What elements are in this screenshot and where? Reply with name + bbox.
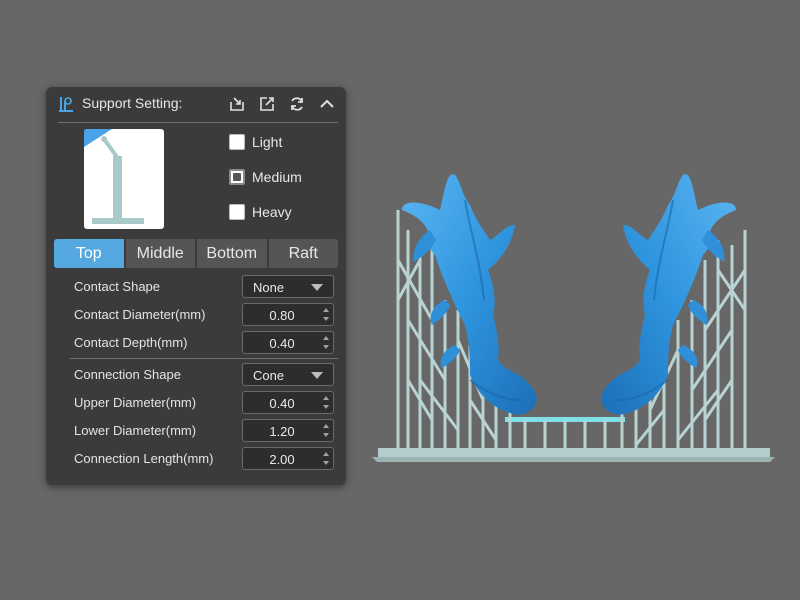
contact-depth-row: Contact Depth(mm) 0.40 bbox=[74, 331, 338, 355]
contact-diameter-row: Contact Diameter(mm) 0.80 bbox=[74, 303, 338, 327]
medium-label: Medium bbox=[252, 169, 302, 185]
connection-length-input[interactable]: 2.00 bbox=[242, 447, 334, 470]
import-icon bbox=[230, 97, 244, 111]
import-button[interactable] bbox=[228, 95, 246, 113]
support-setting-panel: Support Setting: Light Medium Heavy Top … bbox=[46, 87, 346, 485]
upper-diameter-input[interactable]: 0.40 bbox=[242, 391, 334, 414]
upper-diameter-value: 0.40 bbox=[269, 396, 295, 411]
density-medium-option[interactable]: Medium bbox=[229, 167, 302, 187]
collapse-button[interactable] bbox=[318, 95, 336, 113]
tab-bottom[interactable]: Bottom bbox=[197, 239, 269, 268]
density-light-option[interactable]: Light bbox=[229, 132, 282, 152]
lower-diameter-label: Lower Diameter(mm) bbox=[74, 423, 197, 438]
contact-shape-value: None bbox=[253, 280, 285, 295]
heavy-label: Heavy bbox=[252, 204, 292, 220]
tab-middle[interactable]: Middle bbox=[126, 239, 197, 268]
contact-depth-label: Contact Depth(mm) bbox=[74, 335, 188, 350]
light-label: Light bbox=[252, 134, 283, 150]
spin-arrows-icon[interactable] bbox=[322, 450, 330, 467]
refresh-button[interactable] bbox=[288, 95, 306, 113]
spin-arrows-icon[interactable] bbox=[322, 334, 330, 351]
lower-diameter-input[interactable]: 1.20 bbox=[242, 419, 334, 442]
export-icon bbox=[260, 97, 274, 111]
connection-length-row: Connection Length(mm) 2.00 bbox=[74, 447, 338, 471]
tab-top[interactable]: Top bbox=[54, 239, 126, 268]
section-divider bbox=[70, 358, 338, 359]
connection-length-value: 2.00 bbox=[269, 452, 295, 467]
panel-title: Support Setting: bbox=[82, 95, 183, 111]
contact-shape-select[interactable]: None bbox=[242, 275, 334, 298]
connection-shape-value: Cone bbox=[253, 368, 285, 383]
medium-checkbox[interactable] bbox=[229, 169, 245, 185]
contact-depth-value: 0.40 bbox=[269, 336, 295, 351]
contact-diameter-value: 0.80 bbox=[269, 308, 295, 323]
spin-arrows-icon[interactable] bbox=[322, 306, 330, 323]
spin-arrows-icon[interactable] bbox=[322, 422, 330, 439]
connection-shape-select[interactable]: Cone bbox=[242, 363, 334, 386]
upper-diameter-row: Upper Diameter(mm) 0.40 bbox=[74, 391, 338, 415]
dropdown-caret-icon bbox=[311, 372, 323, 379]
refresh-icon bbox=[291, 97, 303, 111]
support-icon bbox=[59, 97, 73, 112]
contact-shape-label: Contact Shape bbox=[74, 279, 161, 294]
contact-depth-input[interactable]: 0.40 bbox=[242, 331, 334, 354]
model-right bbox=[601, 174, 736, 415]
spin-arrows-icon[interactable] bbox=[322, 394, 330, 411]
density-heavy-option[interactable]: Heavy bbox=[229, 202, 292, 222]
support-diagram bbox=[84, 129, 144, 224]
connection-shape-row: Connection Shape Cone bbox=[74, 363, 338, 387]
connection-shape-label: Connection Shape bbox=[74, 367, 181, 382]
lower-diameter-value: 1.20 bbox=[269, 424, 295, 439]
contact-shape-row: Contact Shape None bbox=[74, 275, 338, 299]
export-button[interactable] bbox=[258, 95, 276, 113]
connection-length-label: Connection Length(mm) bbox=[74, 451, 214, 466]
support-section-tabs: Top Middle Bottom Raft bbox=[54, 239, 338, 268]
light-checkbox[interactable] bbox=[229, 134, 245, 150]
upper-diameter-label: Upper Diameter(mm) bbox=[74, 395, 197, 410]
panel-header: Support Setting: bbox=[46, 87, 346, 121]
contact-diameter-input[interactable]: 0.80 bbox=[242, 303, 334, 326]
heavy-checkbox[interactable] bbox=[229, 204, 245, 220]
contact-diameter-label: Contact Diameter(mm) bbox=[74, 307, 206, 322]
header-divider bbox=[58, 122, 338, 123]
dropdown-caret-icon bbox=[311, 284, 323, 291]
collapse-chevron-up-icon bbox=[320, 99, 334, 108]
support-preview-image bbox=[84, 129, 164, 229]
tab-raft[interactable]: Raft bbox=[269, 239, 339, 268]
lower-diameter-row: Lower Diameter(mm) 1.20 bbox=[74, 419, 338, 443]
